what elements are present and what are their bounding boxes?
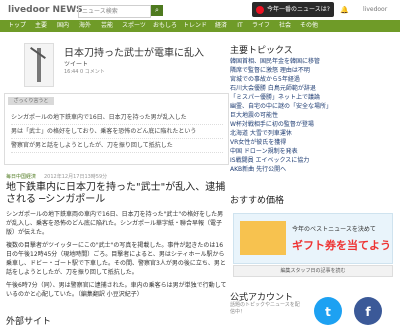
article-title: 地下鉄車内に日本刀を持った"武士"が乱入、逮捕される ─シンガポール [6, 182, 226, 205]
topic-link[interactable]: AKB新曲 先行公開へ [230, 165, 395, 174]
article-source[interactable]: 毎日中国経済 [6, 173, 36, 180]
topic-link[interactable]: IS戦闘員 エイベックスに協力 [230, 156, 395, 165]
topic-link[interactable]: 中国 ドローン規制を発表 [230, 147, 395, 156]
nav-item[interactable]: 主要 [32, 21, 50, 31]
ad-line2: ギフト券を当てよう [292, 239, 391, 252]
facebook-icon[interactable]: f [354, 297, 382, 325]
sidebar: 主要トピックス 韓国首相、国民年金を韓国に移管 隣席で監督に激怒 理由は不明 宮… [230, 32, 400, 325]
top-bar: livedoor NEWS ニュース検索 ⌕ 今年一番のニュースは? 🔔 liv… [0, 0, 400, 21]
nav-item[interactable]: 海外 [76, 21, 94, 31]
summary-item: シンガポールの地下鉄車内で16日、日本刀を持った男が乱入した [11, 111, 223, 125]
category-nav: トップ 主要 国内 海外 芸能 スポーツ おもしろ トレンド 経済 IT ライフ… [0, 20, 400, 32]
topic-link[interactable]: 幽霊、自宅の中に謎の「安全な場所」 [230, 102, 395, 111]
summary-item: 男は「武士」の格好をしており、乗客を恐怖のどん底に陥れたという [11, 125, 223, 139]
read-articles-button[interactable]: 編集スタッフ日の記事を読む [233, 265, 393, 277]
official-accounts-sub: 話題のトピックやニュースを配信中！ [230, 302, 300, 315]
ad-image [240, 221, 286, 255]
nav-item[interactable]: 芸能 [98, 21, 116, 31]
promo-banner[interactable]: 今年一番のニュースは? [252, 2, 334, 17]
article-date: 2012年12月17日13時59分 [44, 174, 108, 180]
nav-item[interactable]: 国内 [54, 21, 72, 31]
site-logo[interactable]: livedoor NEWS [8, 5, 83, 15]
search-input[interactable]: ニュース検索 [78, 5, 151, 18]
topic-link[interactable]: 石川大会優勝 白鳥元師範が辞退 [230, 84, 395, 93]
promo-badge-icon [256, 5, 264, 14]
external-sites-heading: 外部サイト [6, 317, 52, 327]
nav-item[interactable]: IT [234, 21, 246, 31]
nav-item[interactable]: 経済 [212, 21, 230, 31]
topic-link[interactable]: 北海道 大雪で列車運休 [230, 129, 395, 138]
promo-text: 今年一番のニュースは? [267, 6, 330, 13]
topics-heading: 主要トピックス [230, 46, 293, 56]
twitter-icon[interactable]: t [314, 297, 342, 325]
headline-thumbnail[interactable] [24, 43, 54, 87]
topic-link[interactable]: VR女性が彼氏を獲得 [230, 138, 395, 147]
article-paragraph: シンガポールの地下鉄車両の車内で16日、日本刀を持った"武士"の格好をした男が乱… [6, 211, 224, 236]
summary-tag: ざっくり言うと [8, 97, 54, 105]
bell-icon[interactable]: 🔔 [340, 6, 349, 14]
topics-list: 韓国首相、国民年金を韓国に移管 隣席で監督に激怒 理由は不明 宮城での事故から5… [230, 57, 395, 174]
headline-date: 16:44 0 コメント [64, 69, 105, 75]
nav-item[interactable]: その他 [298, 21, 320, 31]
headline-title[interactable]: 日本刀持った武士が電車に乱入 [64, 44, 204, 59]
summary-box: ざっくり言うと シンガポールの地下鉄車内で16日、日本刀を持った男が乱入した 男… [4, 93, 229, 165]
ad-line1: 今年のベストニュースを決めて [292, 226, 376, 233]
nav-item[interactable]: スポーツ [120, 21, 148, 31]
article-paragraph: 午後6時7分（同）、男は警察官に逮捕された。車内の乗客らは男が単独で行動している… [6, 282, 227, 298]
topic-link[interactable]: 隣席で監督に激怒 理由は不明 [230, 66, 395, 75]
summary-list: シンガポールの地下鉄車内で16日、日本刀を持った男が乱入した 男は「武士」の格好… [11, 111, 223, 153]
article-body: シンガポールの地下鉄車両の車内で16日、日本刀を持った"武士"の格好をした男が乱… [6, 210, 228, 303]
recommend-heading: おすすめ価格 [230, 196, 285, 206]
nav-item[interactable]: おもしろ [152, 21, 178, 31]
nav-item[interactable]: ライフ [250, 21, 272, 31]
search-icon[interactable]: ⌕ [151, 5, 163, 16]
main-column: 日本刀持った武士が電車に乱入 ツイート 16:44 0 コメント ざっくり言うと… [0, 32, 230, 327]
brand-link[interactable]: livedoor [363, 6, 387, 13]
topic-link[interactable]: 宮城での事故から5年経過 [230, 75, 395, 84]
summary-item: 警察官が男と話をしようとしたが、刀を振り回して抵抗した [11, 139, 223, 153]
tweet-link[interactable]: ツイート [64, 59, 88, 68]
nav-item[interactable]: トレンド [182, 21, 208, 31]
topic-link[interactable]: W杯対戦相手に初の監督が登場 [230, 120, 395, 129]
topic-link[interactable]: 「ミスパー優勝」ネット上で議論 [230, 93, 395, 102]
topic-link[interactable]: 巨大地震の可能性 [230, 111, 395, 120]
article-paragraph: 複数の目撃者がツイッターにこの"武士"の写真を掲載した。事件が起きたのは16日の… [6, 242, 226, 276]
nav-item[interactable]: 社会 [276, 21, 294, 31]
gift-ad-banner[interactable]: 今年のベストニュースを決めて ギフト券を当てよう [233, 213, 393, 264]
topic-link[interactable]: 韓国首相、国民年金を韓国に移管 [230, 57, 395, 66]
nav-item[interactable]: トップ [6, 21, 28, 31]
